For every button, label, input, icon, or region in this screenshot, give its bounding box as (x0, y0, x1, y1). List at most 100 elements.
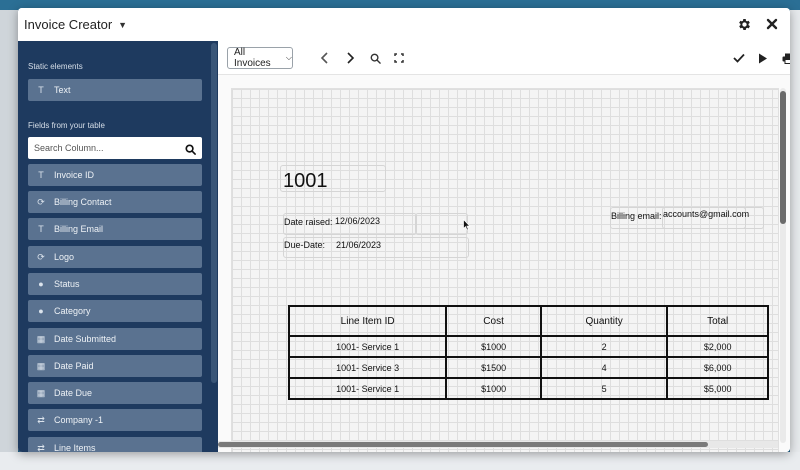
chevron-down-icon: ⌵ (285, 53, 292, 62)
billing-email-value[interactable]: accounts@gmail.com (663, 209, 749, 219)
fullscreen-icon[interactable] (392, 51, 406, 65)
field-billing-contact[interactable]: ⟳ Billing Contact (28, 191, 202, 213)
table-cell: $2,000 (666, 335, 769, 358)
table-cell: 1001- Service 1 (287, 335, 448, 358)
background-app-sidebar (0, 10, 18, 470)
column-header: Cost (445, 305, 542, 337)
due-date-value[interactable]: 21/06/2023 (336, 240, 381, 250)
table-cell: $1000 (445, 377, 542, 400)
title-dropdown-icon[interactable]: ▼ (118, 20, 127, 30)
field-line-items[interactable]: ⇄ Line Items (28, 437, 202, 452)
field-label: Status (54, 279, 80, 289)
table-cell: $5,000 (666, 377, 769, 400)
invoice-id-value[interactable]: 1001 (283, 170, 328, 193)
table-row: 1001- Service 3 $1500 4 $6,000 (287, 356, 769, 379)
table-cell: $1500 (445, 356, 542, 379)
field-label: Billing Email (54, 224, 104, 234)
link-arrows-icon: ⇄ (37, 442, 45, 453)
column-header: Quantity (539, 305, 669, 337)
search-icon[interactable] (185, 142, 196, 160)
table-cell: 5 (539, 377, 669, 400)
field-category[interactable]: ● Category (28, 300, 202, 322)
static-item-label: Text (54, 85, 71, 95)
canvas-vertical-scrollbar[interactable] (780, 88, 786, 443)
previous-record-icon[interactable] (318, 51, 332, 65)
link-icon: ⟳ (37, 251, 45, 262)
line-items-table[interactable]: Line Item ID Cost Quantity Total 1001- S… (287, 305, 769, 400)
table-cell: 1001- Service 1 (287, 377, 448, 400)
table-cell: $1000 (445, 335, 542, 358)
static-item-text[interactable]: T Text (28, 79, 202, 101)
link-icon: ⟳ (37, 196, 45, 207)
field-invoice-id[interactable]: T Invoice ID (28, 164, 202, 186)
table-cell: 2 (539, 335, 669, 358)
sidebar-scrollbar[interactable] (210, 41, 218, 452)
print-icon[interactable] (781, 51, 790, 65)
table-header-row: Line Item ID Cost Quantity Total (287, 305, 769, 337)
dialog-title[interactable]: Invoice Creator (24, 17, 112, 32)
field-label: Company -1 (54, 415, 104, 425)
sidebar-scrollbar-thumb[interactable] (211, 43, 217, 383)
field-label: Billing Contact (54, 197, 112, 207)
column-search (28, 137, 202, 159)
invoice-creator-dialog: Invoice Creator ▼ Static elements T Text… (18, 8, 790, 452)
field-label: Date Due (54, 388, 93, 398)
date-raised-value[interactable]: 12/06/2023 (335, 216, 380, 226)
field-status[interactable]: ● Status (28, 273, 202, 295)
calendar-icon: ▦ (36, 387, 46, 398)
play-preview-icon[interactable] (756, 51, 770, 65)
static-elements-heading: Static elements (28, 62, 83, 71)
next-record-icon[interactable] (343, 51, 357, 65)
field-logo[interactable]: ⟳ Logo (28, 246, 202, 268)
column-header: Line Item ID (287, 305, 448, 337)
field-billing-email[interactable]: T Billing Email (28, 218, 202, 240)
text-icon: T (38, 224, 44, 234)
field-label: Line Items (54, 443, 96, 452)
field-company[interactable]: ⇄ Company -1 (28, 409, 202, 431)
checkmark-icon[interactable] (732, 51, 746, 65)
link-arrows-icon: ⇄ (37, 414, 45, 425)
calendar-icon: ▦ (36, 360, 46, 371)
table-row: 1001- Service 1 $1000 5 $5,000 (287, 377, 769, 400)
table-row: 1001- Service 1 $1000 2 $2,000 (287, 335, 769, 358)
single-select-icon: ● (38, 306, 44, 316)
table-cell: 4 (539, 356, 669, 379)
column-search-input[interactable] (34, 143, 174, 153)
record-select-value: All Invoices (234, 47, 271, 69)
editor-toolbar: All Invoices ⌵ (218, 41, 790, 75)
field-date-submitted[interactable]: ▦ Date Submitted (28, 328, 202, 350)
dialog-actions (736, 16, 780, 32)
dialog-titlebar: Invoice Creator ▼ (18, 8, 790, 41)
text-icon: T (38, 85, 44, 95)
canvas-horizontal-scrollbar[interactable] (218, 441, 778, 448)
fields-heading: Fields from your table (28, 121, 105, 130)
close-icon[interactable] (764, 16, 780, 32)
invoice-canvas[interactable]: 1001 Date raised: 12/06/2023 Due-Date: 2… (218, 75, 790, 452)
field-label: Logo (54, 252, 75, 262)
calendar-icon: ▦ (36, 333, 46, 344)
mouse-pointer-icon (463, 218, 471, 236)
background-app-edge (790, 10, 800, 452)
canvas-horizontal-scrollbar-thumb[interactable] (218, 442, 708, 447)
fields-sidebar: Static elements T Text Fields from your … (18, 41, 210, 452)
background-app-footer (0, 452, 800, 470)
date-raised-label: Date raised: (284, 217, 333, 227)
column-header: Total (666, 305, 769, 337)
settings-gear-icon[interactable] (736, 16, 752, 32)
record-select[interactable]: All Invoices ⌵ (227, 47, 293, 69)
billing-email-label: Billing email: (611, 211, 662, 221)
date-raised-box-extra[interactable] (415, 213, 468, 235)
invoice-page[interactable]: 1001 Date raised: 12/06/2023 Due-Date: 2… (231, 88, 779, 452)
field-date-due[interactable]: ▦ Date Due (28, 382, 202, 404)
field-label: Date Submitted (54, 334, 117, 344)
canvas-vertical-scrollbar-thumb[interactable] (780, 91, 786, 224)
single-select-icon: ● (38, 279, 44, 289)
field-label: Invoice ID (54, 170, 95, 180)
due-date-label: Due-Date: (284, 240, 326, 250)
text-icon: T (38, 170, 44, 180)
field-label: Category (54, 306, 91, 316)
table-cell: 1001- Service 3 (287, 356, 448, 379)
field-label: Date Paid (54, 361, 94, 371)
field-date-paid[interactable]: ▦ Date Paid (28, 355, 202, 377)
search-icon[interactable] (368, 51, 382, 65)
